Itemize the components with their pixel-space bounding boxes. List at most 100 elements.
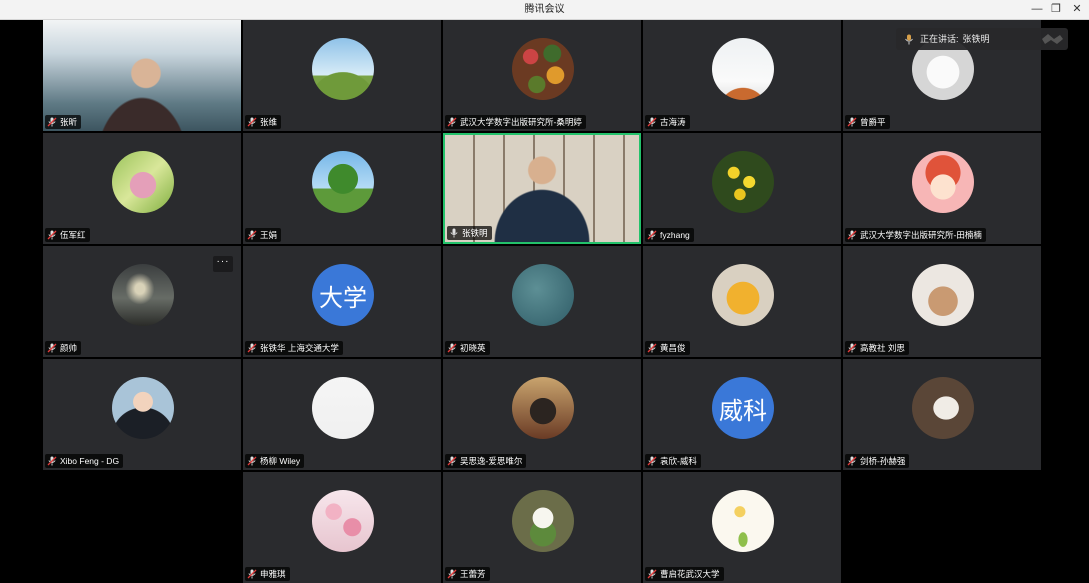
participant-nametag: 王蕾芳 — [445, 567, 490, 581]
mic-muted-icon — [247, 456, 257, 466]
video-grid: 张昕 张维 武汉大学数字出版研究所-桑明婷 古海涛 曾爵平伍军红 王娟 张铁明 fyzhang… — [0, 20, 1089, 583]
participant-tile[interactable]: Xibo Feng - DG — [43, 359, 241, 470]
participant-nametag: 王娟 — [245, 228, 282, 242]
participant-nametag: 申雅琪 — [245, 567, 290, 581]
participant-nametag: 古海涛 — [645, 115, 690, 129]
participant-name: 张铁明 — [462, 228, 488, 238]
participant-nametag: fyzhang — [645, 228, 694, 242]
participant-avatar — [912, 264, 974, 326]
participant-nametag: 袁欣-威科 — [645, 454, 701, 468]
participant-name: Xibo Feng - DG — [60, 456, 120, 466]
window-title: 腾讯会议 — [524, 4, 565, 15]
participant-name: 张昕 — [60, 117, 78, 127]
participant-name: 吴思逸-爱思唯尔 — [460, 456, 523, 466]
participant-avatar — [712, 490, 774, 552]
participant-name: fyzhang — [660, 230, 690, 240]
participant-nametag: 曾爵平 — [845, 115, 890, 129]
participant-nametag: 曹启花武汉大学 — [645, 567, 724, 581]
speaking-indicator: 正在讲话: 张铁明 — [896, 28, 1068, 50]
mic-muted-icon — [847, 456, 857, 466]
participant-nametag: 吴思逸-爱思唯尔 — [445, 454, 527, 468]
participant-avatar — [512, 264, 574, 326]
mic-muted-icon — [447, 117, 457, 127]
participant-name: 袁欣-威科 — [660, 456, 697, 466]
participant-tile[interactable]: 古海涛 — [643, 20, 841, 131]
participant-tile[interactable]: 威科袁欣-威科 — [643, 359, 841, 470]
mic-muted-icon — [47, 230, 57, 240]
mic-muted-icon — [847, 343, 857, 353]
participant-avatar — [912, 151, 974, 213]
participant-nametag: 伍军红 — [45, 228, 90, 242]
participant-tile[interactable]: fyzhang — [643, 133, 841, 244]
speaking-label: 正在讲话: — [920, 34, 959, 44]
participant-name: 古海涛 — [660, 117, 686, 127]
mic-muted-icon — [447, 456, 457, 466]
participant-name: 张维 — [260, 117, 278, 127]
participant-name: 武汉大学数字出版研究所-桑明婷 — [460, 117, 582, 127]
participant-avatar — [312, 490, 374, 552]
participant-name: 剑桥-孙赫强 — [860, 456, 906, 466]
participant-tile[interactable]: 王蕾芳 — [443, 472, 641, 583]
participant-tile[interactable]: 王娟 — [243, 133, 441, 244]
participant-nametag: 剑桥-孙赫强 — [845, 454, 910, 468]
mic-muted-icon — [647, 569, 657, 579]
participant-name: 颜帅 — [60, 343, 78, 353]
mic-muted-icon — [647, 117, 657, 127]
participant-name: 曾爵平 — [860, 117, 886, 127]
participant-name: 杨柳 Wiley — [260, 456, 301, 466]
mic-muted-icon — [247, 117, 257, 127]
participant-tile[interactable]: ··· 颜帅 — [43, 246, 241, 357]
participant-tile[interactable]: 武汉大学数字出版研究所-田楠楠 — [843, 133, 1041, 244]
participant-name: 王蕾芳 — [460, 569, 486, 579]
mic-muted-icon — [447, 343, 457, 353]
participant-tile[interactable]: 申雅琪 — [243, 472, 441, 583]
mic-muted-icon — [447, 569, 457, 579]
speaking-name: 张铁明 — [962, 34, 990, 44]
window-titlebar: 腾讯会议 — ❐ ✕ — [0, 0, 1089, 20]
participant-name: 初晓英 — [460, 343, 486, 353]
participant-tile[interactable]: 初晓英 — [443, 246, 641, 357]
participant-tile[interactable]: 高教社 刘思 — [843, 246, 1041, 357]
participant-nametag: 张铁华 上海交通大学 — [245, 341, 343, 355]
mic-icon — [450, 228, 458, 238]
participant-avatar — [512, 490, 574, 552]
participant-tile[interactable]: 武汉大学数字出版研究所-桑明婷 — [443, 20, 641, 131]
participant-tile[interactable]: 张铁明 — [443, 133, 641, 244]
participant-avatar — [112, 377, 174, 439]
mic-muted-icon — [647, 456, 657, 466]
participant-avatar — [912, 377, 974, 439]
participant-tile[interactable]: 曹启花武汉大学 — [643, 472, 841, 583]
participant-name: 张铁华 上海交通大学 — [260, 343, 339, 353]
participant-tile[interactable]: 张昕 — [43, 20, 241, 131]
participant-name: 黄昌俊 — [660, 343, 686, 353]
participant-name: 申雅琪 — [260, 569, 286, 579]
mic-muted-icon — [47, 343, 57, 353]
mic-muted-icon — [47, 117, 57, 127]
participant-nametag: 黄昌俊 — [645, 341, 690, 355]
mic-muted-icon — [847, 117, 857, 127]
participant-avatar — [512, 377, 574, 439]
mic-muted-icon — [647, 230, 657, 240]
more-options-button[interactable]: ··· — [213, 256, 233, 272]
participant-tile[interactable]: 黄昌俊 — [643, 246, 841, 357]
participant-nametag: 武汉大学数字出版研究所-田楠楠 — [845, 228, 986, 242]
participant-nametag: 颜帅 — [45, 341, 82, 355]
participant-name: 武汉大学数字出版研究所-田楠楠 — [860, 230, 982, 240]
participant-tile[interactable]: 大学 张铁华 上海交通大学 — [243, 246, 441, 357]
close-icon[interactable]: ✕ — [1066, 0, 1088, 19]
mic-muted-icon — [247, 230, 257, 240]
participant-name: 曹启花武汉大学 — [660, 569, 720, 579]
participant-tile[interactable]: 剑桥-孙赫强 — [843, 359, 1041, 470]
participant-nametag: 初晓英 — [445, 341, 490, 355]
participant-tile[interactable]: 张维 — [243, 20, 441, 131]
participant-avatar: 威科 — [712, 377, 774, 439]
participant-avatar — [112, 264, 174, 326]
participant-tile[interactable]: 伍军红 — [43, 133, 241, 244]
restore-icon[interactable]: ❐ — [1045, 0, 1067, 19]
mic-muted-icon — [647, 343, 657, 353]
participant-nametag: Xibo Feng - DG — [45, 454, 124, 468]
participant-avatar — [312, 151, 374, 213]
participant-tile[interactable]: 吴思逸-爱思唯尔 — [443, 359, 641, 470]
participant-name: 王娟 — [260, 230, 278, 240]
participant-tile[interactable]: 杨柳 Wiley — [243, 359, 441, 470]
